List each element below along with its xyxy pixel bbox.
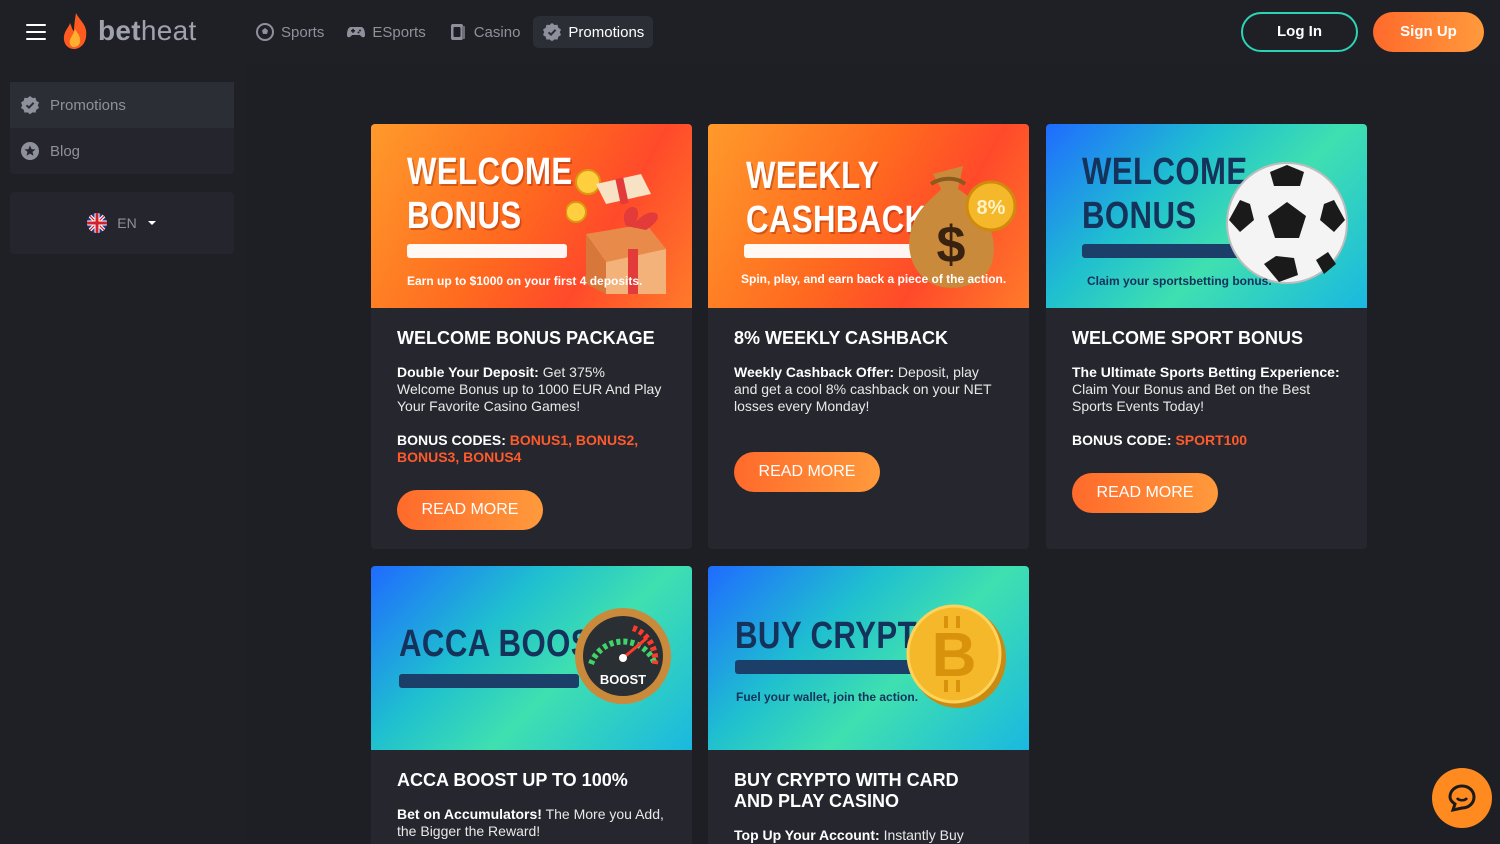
promo-title: ACCA BOOST UP TO 100% [397,770,628,790]
banner-title: WEEKLY CASHBACK [746,155,928,241]
nav-promotions[interactable]: Promotions [533,16,654,48]
boost-badge: BOOST [600,672,646,687]
promo-banner[interactable]: WELCOME BONUS Claim your sportsbetting bo… [1046,124,1367,308]
banner-subtitle: Earn up to $1000 on your first 4 deposit… [407,274,643,288]
menu-icon[interactable] [26,24,46,40]
banner-subtitle: Claim your sportsbetting bonus. [1087,274,1272,288]
read-more-button[interactable]: READ MORE [734,452,880,492]
star-badge-icon [21,142,39,160]
signup-button[interactable]: Sign Up [1373,12,1484,52]
sidebar-menu: Promotions Blog [10,82,234,174]
brush-stripe [744,244,914,258]
chat-button[interactable] [1432,768,1492,828]
promo-card-acca-boost: ACCA BOOST BOOST ACCA BOOST UP TO 100% B… [371,566,692,844]
promo-card-buy-crypto: BUY CRYPTO B Fuel your wallet, join the … [708,566,1029,844]
login-button[interactable]: Log In [1241,12,1358,52]
brush-stripe [407,244,567,258]
brush-stripe [1082,244,1242,258]
nav-label: Sports [281,23,325,41]
nav-sports[interactable]: Sports [246,16,333,48]
badge-check-icon [21,96,39,115]
promo-description: Bet on Accumulators! The More you Add, t… [397,806,664,839]
nav-label: Promotions [568,23,645,41]
gamepad-icon [347,27,366,38]
promo-banner[interactable]: ACCA BOOST BOOST [371,566,692,750]
badge-check-icon [543,23,562,42]
promo-banner[interactable]: WEEKLY CASHBACK $ 8% Spin, play, and earn… [708,124,1029,308]
header: betheat Sports ESports Casino Promotions… [0,0,1500,64]
logo-text: betheat [98,15,197,46]
banner-subtitle: Spin, play, and earn back a piece of the… [741,272,1007,286]
read-more-button[interactable]: READ MORE [397,490,543,530]
promo-description: Weekly Cashback Offer: Deposit, play and… [734,364,992,414]
main-nav: Sports ESports Casino Promotions [246,16,654,48]
brush-stripe [735,660,915,674]
banner-subtitle: Fuel your wallet, join the action. [736,690,919,704]
logo[interactable]: betheat [60,11,197,51]
speedometer-icon: BOOST [575,608,671,704]
promo-title: WELCOME BONUS PACKAGE [397,328,655,348]
cards-icon [450,24,465,40]
svg-text:$: $ [937,216,966,274]
promo-description: The Ultimate Sports Betting Experience: … [1072,364,1340,414]
chat-bubble-icon [1448,784,1476,813]
banner-title: WELCOME BONUS [1082,151,1248,237]
banner-title: WELCOME BONUS [407,151,573,237]
svg-text:B: B [932,621,977,690]
language-label: EN [117,215,137,231]
main-content: WELCOME BONUS Earn up to $1000 on your fi… [246,64,1500,844]
promo-description: Double Your Deposit: Get 375% Welcome Bo… [397,364,662,414]
promo-card-welcome-sport-bonus: WELCOME BONUS Claim your sportsbetting bo… [1046,124,1367,549]
chevron-down-icon [147,221,156,225]
promo-banner[interactable]: BUY CRYPTO B Fuel your wallet, join the … [708,566,1029,750]
brush-stripe [399,674,579,688]
sidebar: Promotions Blog EN [0,64,246,844]
promo-banner[interactable]: WELCOME BONUS Earn up to $1000 on your fi… [371,124,692,308]
promo-title: 8% WEEKLY CASHBACK [734,328,949,348]
promo-title: BUY CRYPTO WITH CARD AND PLAY CASINO [734,770,959,811]
nav-label: ESports [372,23,426,41]
language-selector[interactable]: EN [10,192,234,254]
nav-casino[interactable]: Casino [439,16,530,48]
promo-description: Top Up Your Account: Instantly Buy [734,827,964,843]
sidebar-item-blog[interactable]: Blog [10,128,234,174]
bitcoin-coin-icon: B [906,604,1006,708]
bonus-codes: BONUS CODE: SPORT100 [1072,432,1248,448]
cashback-badge: 8% [977,197,1006,219]
sidebar-item-label: Blog [50,142,81,160]
sidebar-item-label: Promotions [50,96,126,114]
bonus-code-values: SPORT100 [1175,432,1248,448]
soccer-ball-icon [1226,162,1348,284]
promo-card-weekly-cashback: WEEKLY CASHBACK $ 8% Spin, play, and earn… [708,124,1029,549]
read-more-button[interactable]: READ MORE [1072,473,1218,513]
soccer-ball-icon [256,23,274,41]
sidebar-item-promotions[interactable]: Promotions [10,82,234,128]
promo-card-welcome-bonus: WELCOME BONUS Earn up to $1000 on your fi… [371,124,692,549]
nav-esports[interactable]: ESports [337,16,434,48]
promo-title: WELCOME SPORT BONUS [1072,328,1304,348]
uk-flag-icon [87,213,108,233]
nav-label: Casino [473,23,521,41]
flame-icon [63,13,87,49]
bonus-codes: BONUS CODES: BONUS1, BONUS2, BONUS3, BON… [397,432,639,465]
